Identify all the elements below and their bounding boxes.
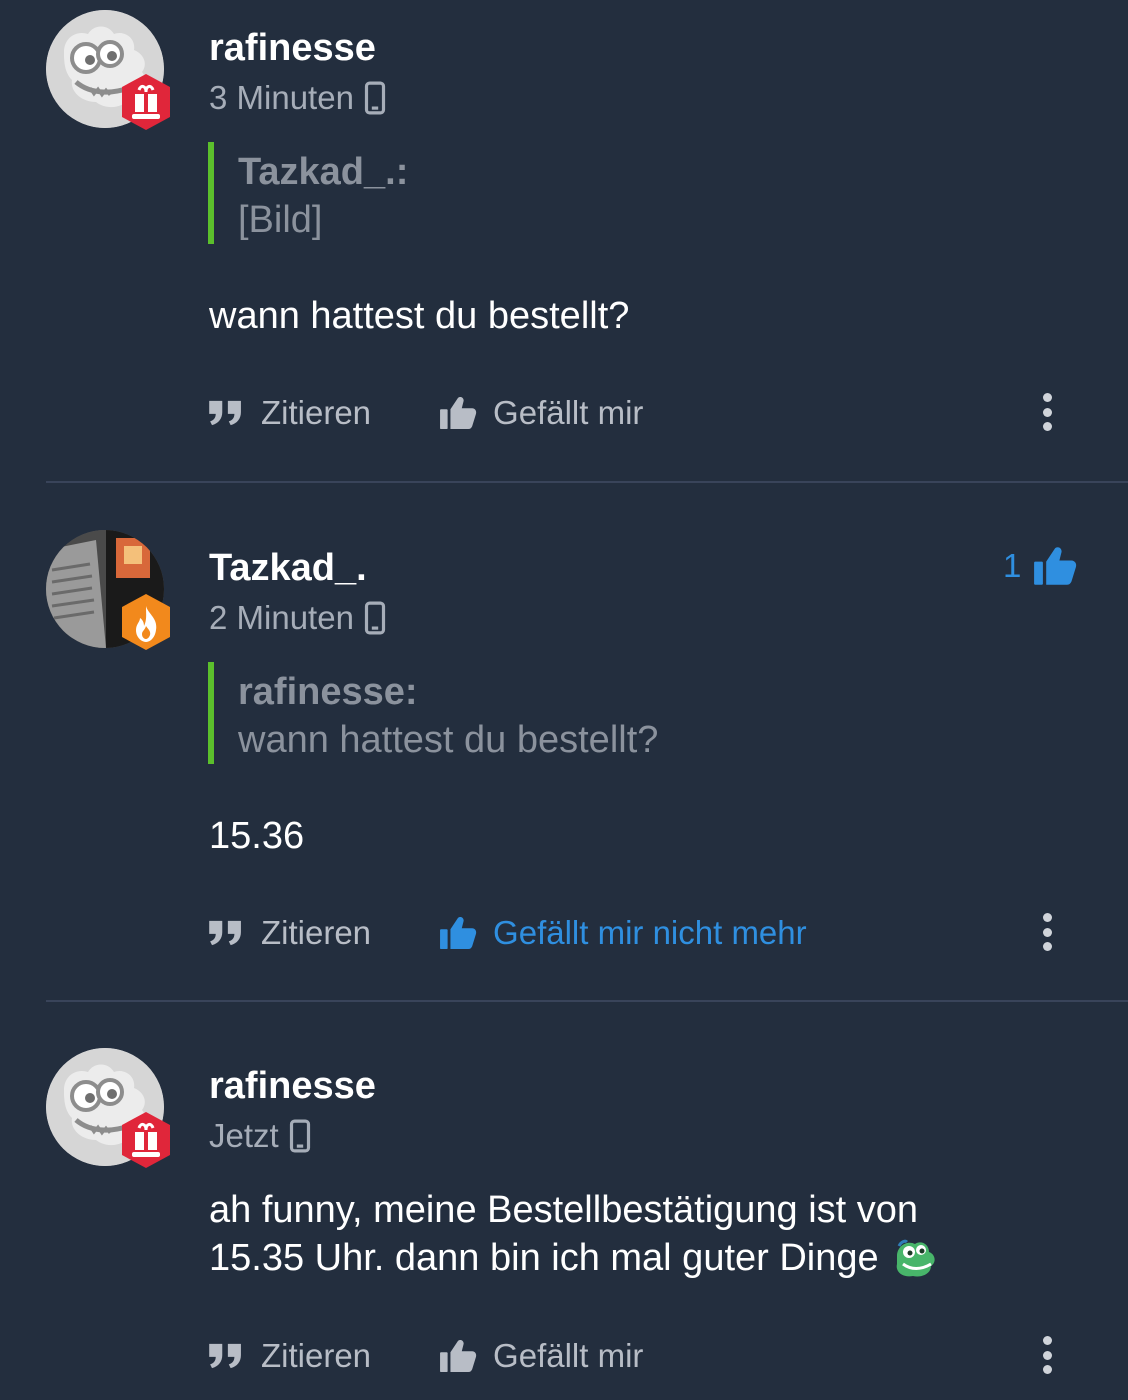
quote-text: wann hattest du bestellt? <box>238 719 659 761</box>
divider <box>46 1000 1128 1002</box>
fire-badge-icon <box>119 592 173 652</box>
comment-actions: Zitieren Gefällt mir <box>207 388 643 438</box>
thumbs-up-icon <box>439 916 477 950</box>
comment-actions: Zitieren Gefällt mir <box>207 1331 643 1381</box>
comment-text: wann hattest du bestellt? <box>209 295 630 337</box>
quote-button[interactable]: Zitieren <box>207 394 371 432</box>
gift-badge-icon <box>119 72 173 132</box>
quote-button-label: Zitieren <box>261 394 372 431</box>
comment-meta: 3 Minuten <box>209 78 386 118</box>
comment-actions: Zitieren Gefällt mir nicht mehr <box>207 908 807 958</box>
phone-icon <box>289 1119 311 1153</box>
comment-text: ah funny, meine Bestellbestätigung ist v… <box>209 1186 1029 1282</box>
like-button[interactable]: Gefällt mir <box>439 394 643 432</box>
comment-text-line: 15.35 Uhr. dann bin ich mal guter Dinge <box>209 1237 879 1279</box>
like-button[interactable]: Gefällt mir <box>439 1337 643 1375</box>
comment-meta: Jetzt <box>209 1116 311 1156</box>
like-count-value: 1 <box>1003 547 1022 584</box>
quote-block: Tazkad_.: [Bild] <box>208 142 408 244</box>
quote-button[interactable]: Zitieren <box>207 1337 371 1375</box>
like-count[interactable]: 1 <box>1003 546 1077 586</box>
divider <box>46 481 1128 483</box>
phone-icon <box>364 81 386 115</box>
comment-2: Tazkad_. 2 Minuten rafinesse: wann hatte… <box>0 520 1128 1000</box>
quote-author: rafinesse: <box>238 671 418 713</box>
username[interactable]: rafinesse <box>209 26 376 70</box>
quote-icon <box>207 919 245 947</box>
comment-text-line: ah funny, meine Bestellbestätigung ist v… <box>209 1189 919 1231</box>
crocodile-emoji-icon <box>896 1239 935 1277</box>
comment-3: rafinesse Jetzt ah funny, meine Bestellb… <box>0 1038 1128 1400</box>
thumbs-up-icon <box>1033 546 1077 586</box>
quote-text[interactable]: [Bild] <box>238 196 408 244</box>
quote-button[interactable]: Zitieren <box>207 914 371 952</box>
username[interactable]: rafinesse <box>209 1064 376 1108</box>
more-options-icon[interactable] <box>1030 909 1064 955</box>
quote-block: rafinesse: wann hattest du bestellt? <box>208 662 658 764</box>
thumbs-up-icon <box>439 396 477 430</box>
quote-button-label: Zitieren <box>261 1337 372 1374</box>
like-button-label: Gefällt mir <box>493 1337 644 1374</box>
more-options-icon[interactable] <box>1030 1332 1064 1378</box>
timestamp: Jetzt <box>209 1117 279 1154</box>
comment-1: rafinesse 3 Minuten Tazkad_.: [Bild] wan… <box>0 0 1128 480</box>
timestamp: 3 Minuten <box>209 79 354 116</box>
more-options-icon[interactable] <box>1030 389 1064 435</box>
unlike-button[interactable]: Gefällt mir nicht mehr <box>439 914 807 952</box>
comment-meta: 2 Minuten <box>209 598 386 638</box>
phone-icon <box>364 601 386 635</box>
timestamp: 2 Minuten <box>209 599 354 636</box>
thumbs-up-icon <box>439 1339 477 1373</box>
gift-badge-icon <box>119 1110 173 1170</box>
comment-text: 15.36 <box>209 815 305 857</box>
quote-icon <box>207 1342 245 1370</box>
like-button-label: Gefällt mir nicht mehr <box>493 914 807 951</box>
username[interactable]: Tazkad_. <box>209 546 367 590</box>
quote-icon <box>207 399 245 427</box>
like-button-label: Gefällt mir <box>493 394 644 431</box>
quote-button-label: Zitieren <box>261 914 372 951</box>
quote-author: Tazkad_.: <box>238 151 409 193</box>
